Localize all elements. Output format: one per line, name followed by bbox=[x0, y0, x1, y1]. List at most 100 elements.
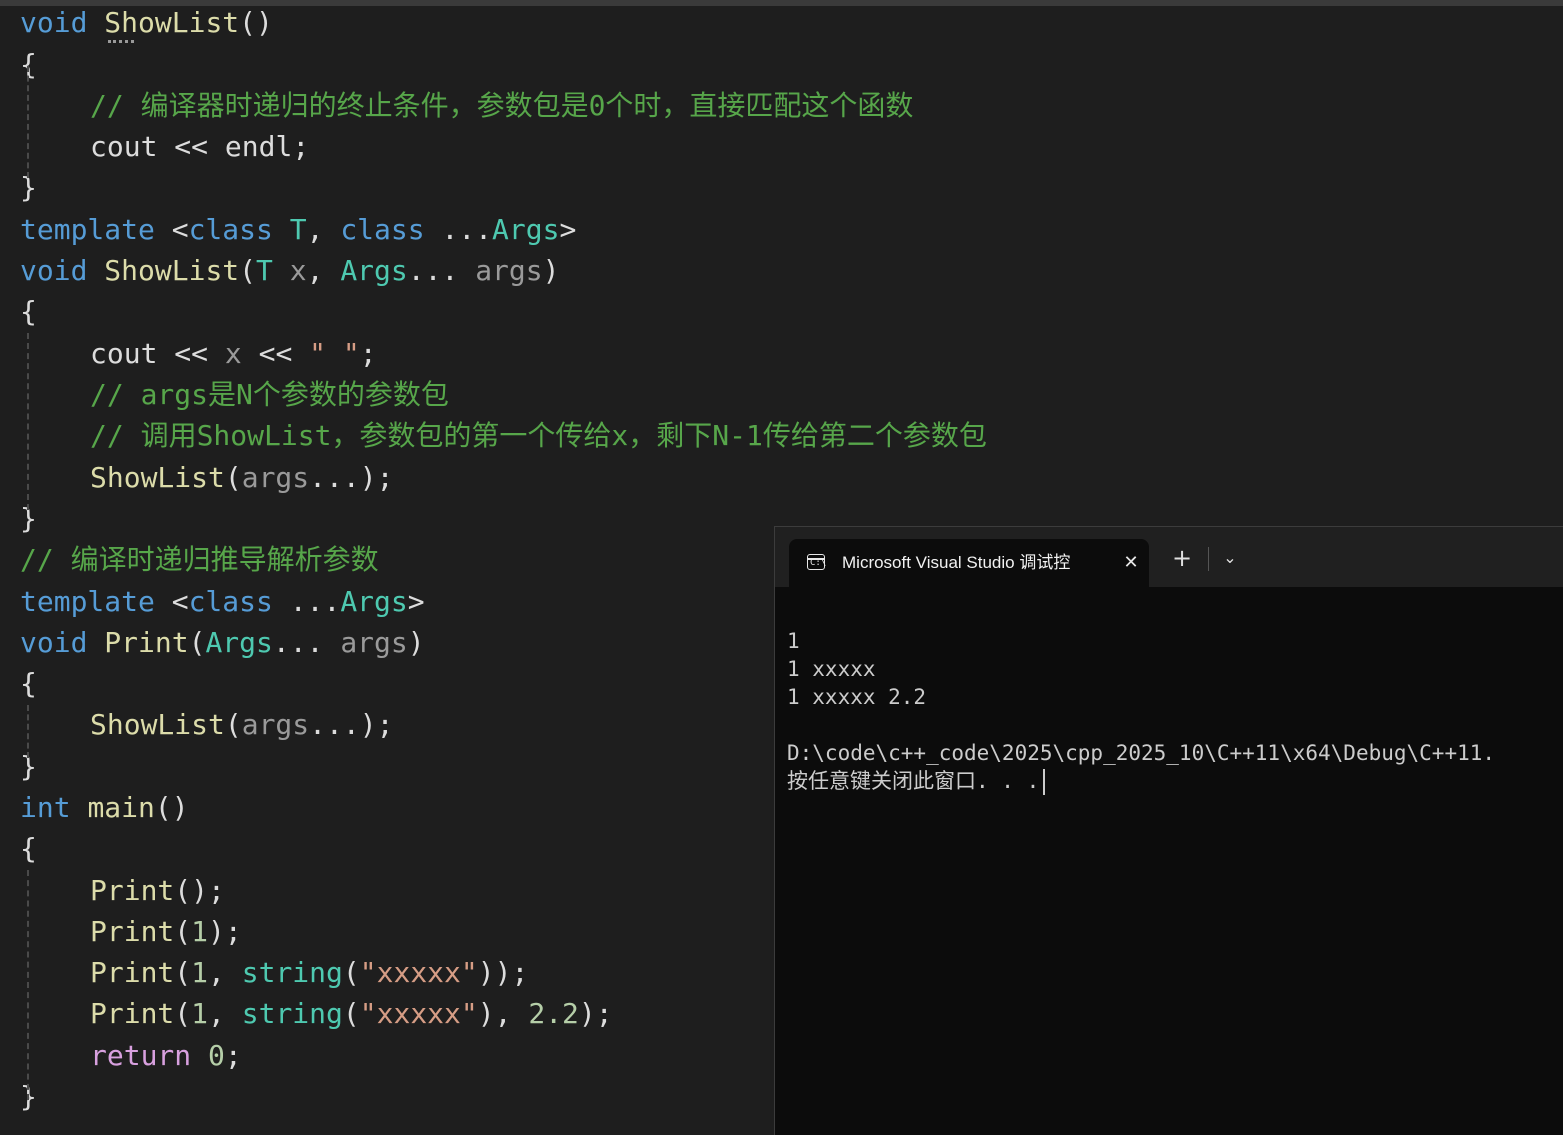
code-token: "xxxxx" bbox=[359, 997, 478, 1030]
code-token: ( bbox=[174, 956, 192, 989]
code-token: template bbox=[20, 585, 155, 618]
terminal-output-line: 按任意键关闭此窗口. . . bbox=[787, 767, 1046, 795]
code-token: , bbox=[208, 997, 242, 1030]
close-icon[interactable]: ✕ bbox=[1119, 551, 1143, 575]
code-line[interactable]: // 编译器时递归的终止条件，参数包是0个时，直接匹配这个函数 bbox=[90, 85, 913, 126]
code-line[interactable]: return 0; bbox=[90, 1035, 242, 1076]
chevron-down-icon[interactable]: ⌄ bbox=[1215, 543, 1245, 573]
code-token: ShowList bbox=[104, 6, 240, 39]
code-token: Print bbox=[90, 915, 175, 948]
code-token: > bbox=[407, 585, 425, 618]
code-line[interactable]: Print(1); bbox=[90, 911, 242, 952]
text-cursor bbox=[1043, 769, 1046, 795]
code-token: ... bbox=[272, 626, 341, 659]
code-token: (); bbox=[174, 874, 225, 907]
code-token: , bbox=[306, 213, 341, 246]
code-token: // args是N个参数的参数包 bbox=[90, 378, 449, 411]
code-line[interactable]: int main() bbox=[20, 787, 189, 828]
code-token: cout bbox=[90, 130, 158, 163]
code-token: ) bbox=[407, 626, 425, 659]
code-token: args bbox=[241, 708, 310, 741]
code-token: ); bbox=[578, 997, 613, 1030]
code-token: ... bbox=[407, 254, 476, 287]
code-line[interactable]: { bbox=[20, 663, 37, 704]
code-token: ); bbox=[359, 708, 394, 741]
code-token: ( bbox=[239, 254, 257, 287]
code-token: Args bbox=[492, 213, 560, 246]
code-token: main bbox=[87, 791, 155, 824]
indent-guide bbox=[27, 333, 29, 510]
code-line[interactable]: cout << endl; bbox=[90, 126, 309, 167]
code-token: ... bbox=[309, 461, 360, 494]
code-token: // 编译时递归推导解析参数 bbox=[20, 543, 379, 576]
code-token: () bbox=[154, 791, 189, 824]
code-token: ), bbox=[477, 997, 529, 1030]
code-token: void bbox=[20, 6, 88, 39]
code-token: , bbox=[306, 254, 341, 287]
code-line[interactable]: Print(1, string("xxxxx")); bbox=[90, 952, 528, 993]
terminal-output-line: D:\code\c++_code\2025\cpp_2025_10\C++11\… bbox=[787, 741, 1496, 765]
code-token: ShowList bbox=[104, 254, 240, 287]
code-token: 0 bbox=[208, 1039, 225, 1072]
terminal-tab-title: Microsoft Visual Studio 调试控 bbox=[842, 553, 1071, 572]
code-token: class bbox=[340, 213, 425, 246]
code-line[interactable]: // 编译时递归推导解析参数 bbox=[20, 539, 379, 580]
code-token: ( bbox=[174, 915, 192, 948]
code-token: ( bbox=[342, 956, 360, 989]
tab-divider bbox=[1208, 547, 1209, 571]
code-line[interactable]: void Print(Args... args) bbox=[20, 622, 425, 663]
code-token: string bbox=[241, 997, 343, 1030]
code-token: class bbox=[188, 213, 273, 246]
code-token: Print bbox=[90, 997, 175, 1030]
code-token: Args bbox=[205, 626, 273, 659]
code-line[interactable]: // 调用ShowList，参数包的第一个传给x，剩下N-1传给第二个参数包 bbox=[90, 415, 987, 456]
code-line[interactable]: Print(); bbox=[90, 870, 225, 911]
indent-guide bbox=[27, 66, 29, 178]
code-token: endl bbox=[224, 130, 293, 163]
code-line[interactable]: void ShowList() bbox=[20, 2, 273, 43]
code-line[interactable]: // args是N个参数的参数包 bbox=[90, 374, 449, 415]
terminal-output-line: 1 xxxxx bbox=[787, 657, 876, 681]
new-tab-button[interactable]: + bbox=[1167, 543, 1197, 573]
code-line[interactable]: void ShowList(T x, Args... args) bbox=[20, 250, 559, 291]
terminal-window[interactable]: C:\ Microsoft Visual Studio 调试控 ✕ + ⌄ 11… bbox=[774, 526, 1563, 1135]
code-token: { bbox=[20, 667, 37, 700]
code-token: 1 bbox=[191, 956, 209, 989]
code-line[interactable]: ShowList(args...); bbox=[90, 704, 393, 745]
code-token: { bbox=[20, 832, 37, 865]
code-token: // 编译器时递归的终止条件，参数包是0个时，直接匹配这个函数 bbox=[90, 89, 914, 122]
code-line[interactable]: template <class ...Args> bbox=[20, 581, 425, 622]
code-token: ShowList bbox=[90, 708, 225, 741]
code-token: args bbox=[340, 626, 408, 659]
code-token: Args bbox=[340, 585, 408, 618]
code-token: void bbox=[20, 626, 88, 659]
code-token: < bbox=[154, 213, 189, 246]
code-token: cout bbox=[90, 337, 158, 370]
terminal-tab-bar: C:\ Microsoft Visual Studio 调试控 ✕ + ⌄ bbox=[775, 527, 1563, 587]
code-token: 1 bbox=[191, 915, 209, 948]
code-line[interactable]: { bbox=[20, 828, 37, 869]
code-token: "xxxxx" bbox=[359, 956, 478, 989]
code-token: ShowList bbox=[90, 461, 225, 494]
code-token: > bbox=[559, 213, 577, 246]
code-token: < bbox=[154, 585, 189, 618]
code-line[interactable]: { bbox=[20, 291, 37, 332]
code-token: << bbox=[157, 337, 225, 370]
code-line[interactable]: ShowList(args...); bbox=[90, 457, 393, 498]
code-token: ... bbox=[272, 585, 341, 618]
code-token: ( bbox=[342, 997, 360, 1030]
code-token: x bbox=[289, 254, 307, 287]
code-line[interactable]: template <class T, class ...Args> bbox=[20, 209, 576, 250]
terminal-tab[interactable]: C:\ Microsoft Visual Studio 调试控 ✕ bbox=[789, 539, 1149, 587]
code-token: T bbox=[289, 213, 307, 246]
code-line[interactable]: Print(1, string("xxxxx"), 2.2); bbox=[90, 993, 613, 1034]
code-token: T bbox=[256, 254, 273, 287]
indent-guide bbox=[27, 705, 29, 758]
code-line[interactable]: cout << x << " "; bbox=[90, 333, 377, 374]
code-token: Print bbox=[104, 626, 189, 659]
code-token: " " bbox=[309, 337, 360, 370]
terminal-output[interactable]: 1 1 xxxxx 1 xxxxx 2.2 D:\code\c++_code\2025… bbox=[775, 587, 1563, 1135]
